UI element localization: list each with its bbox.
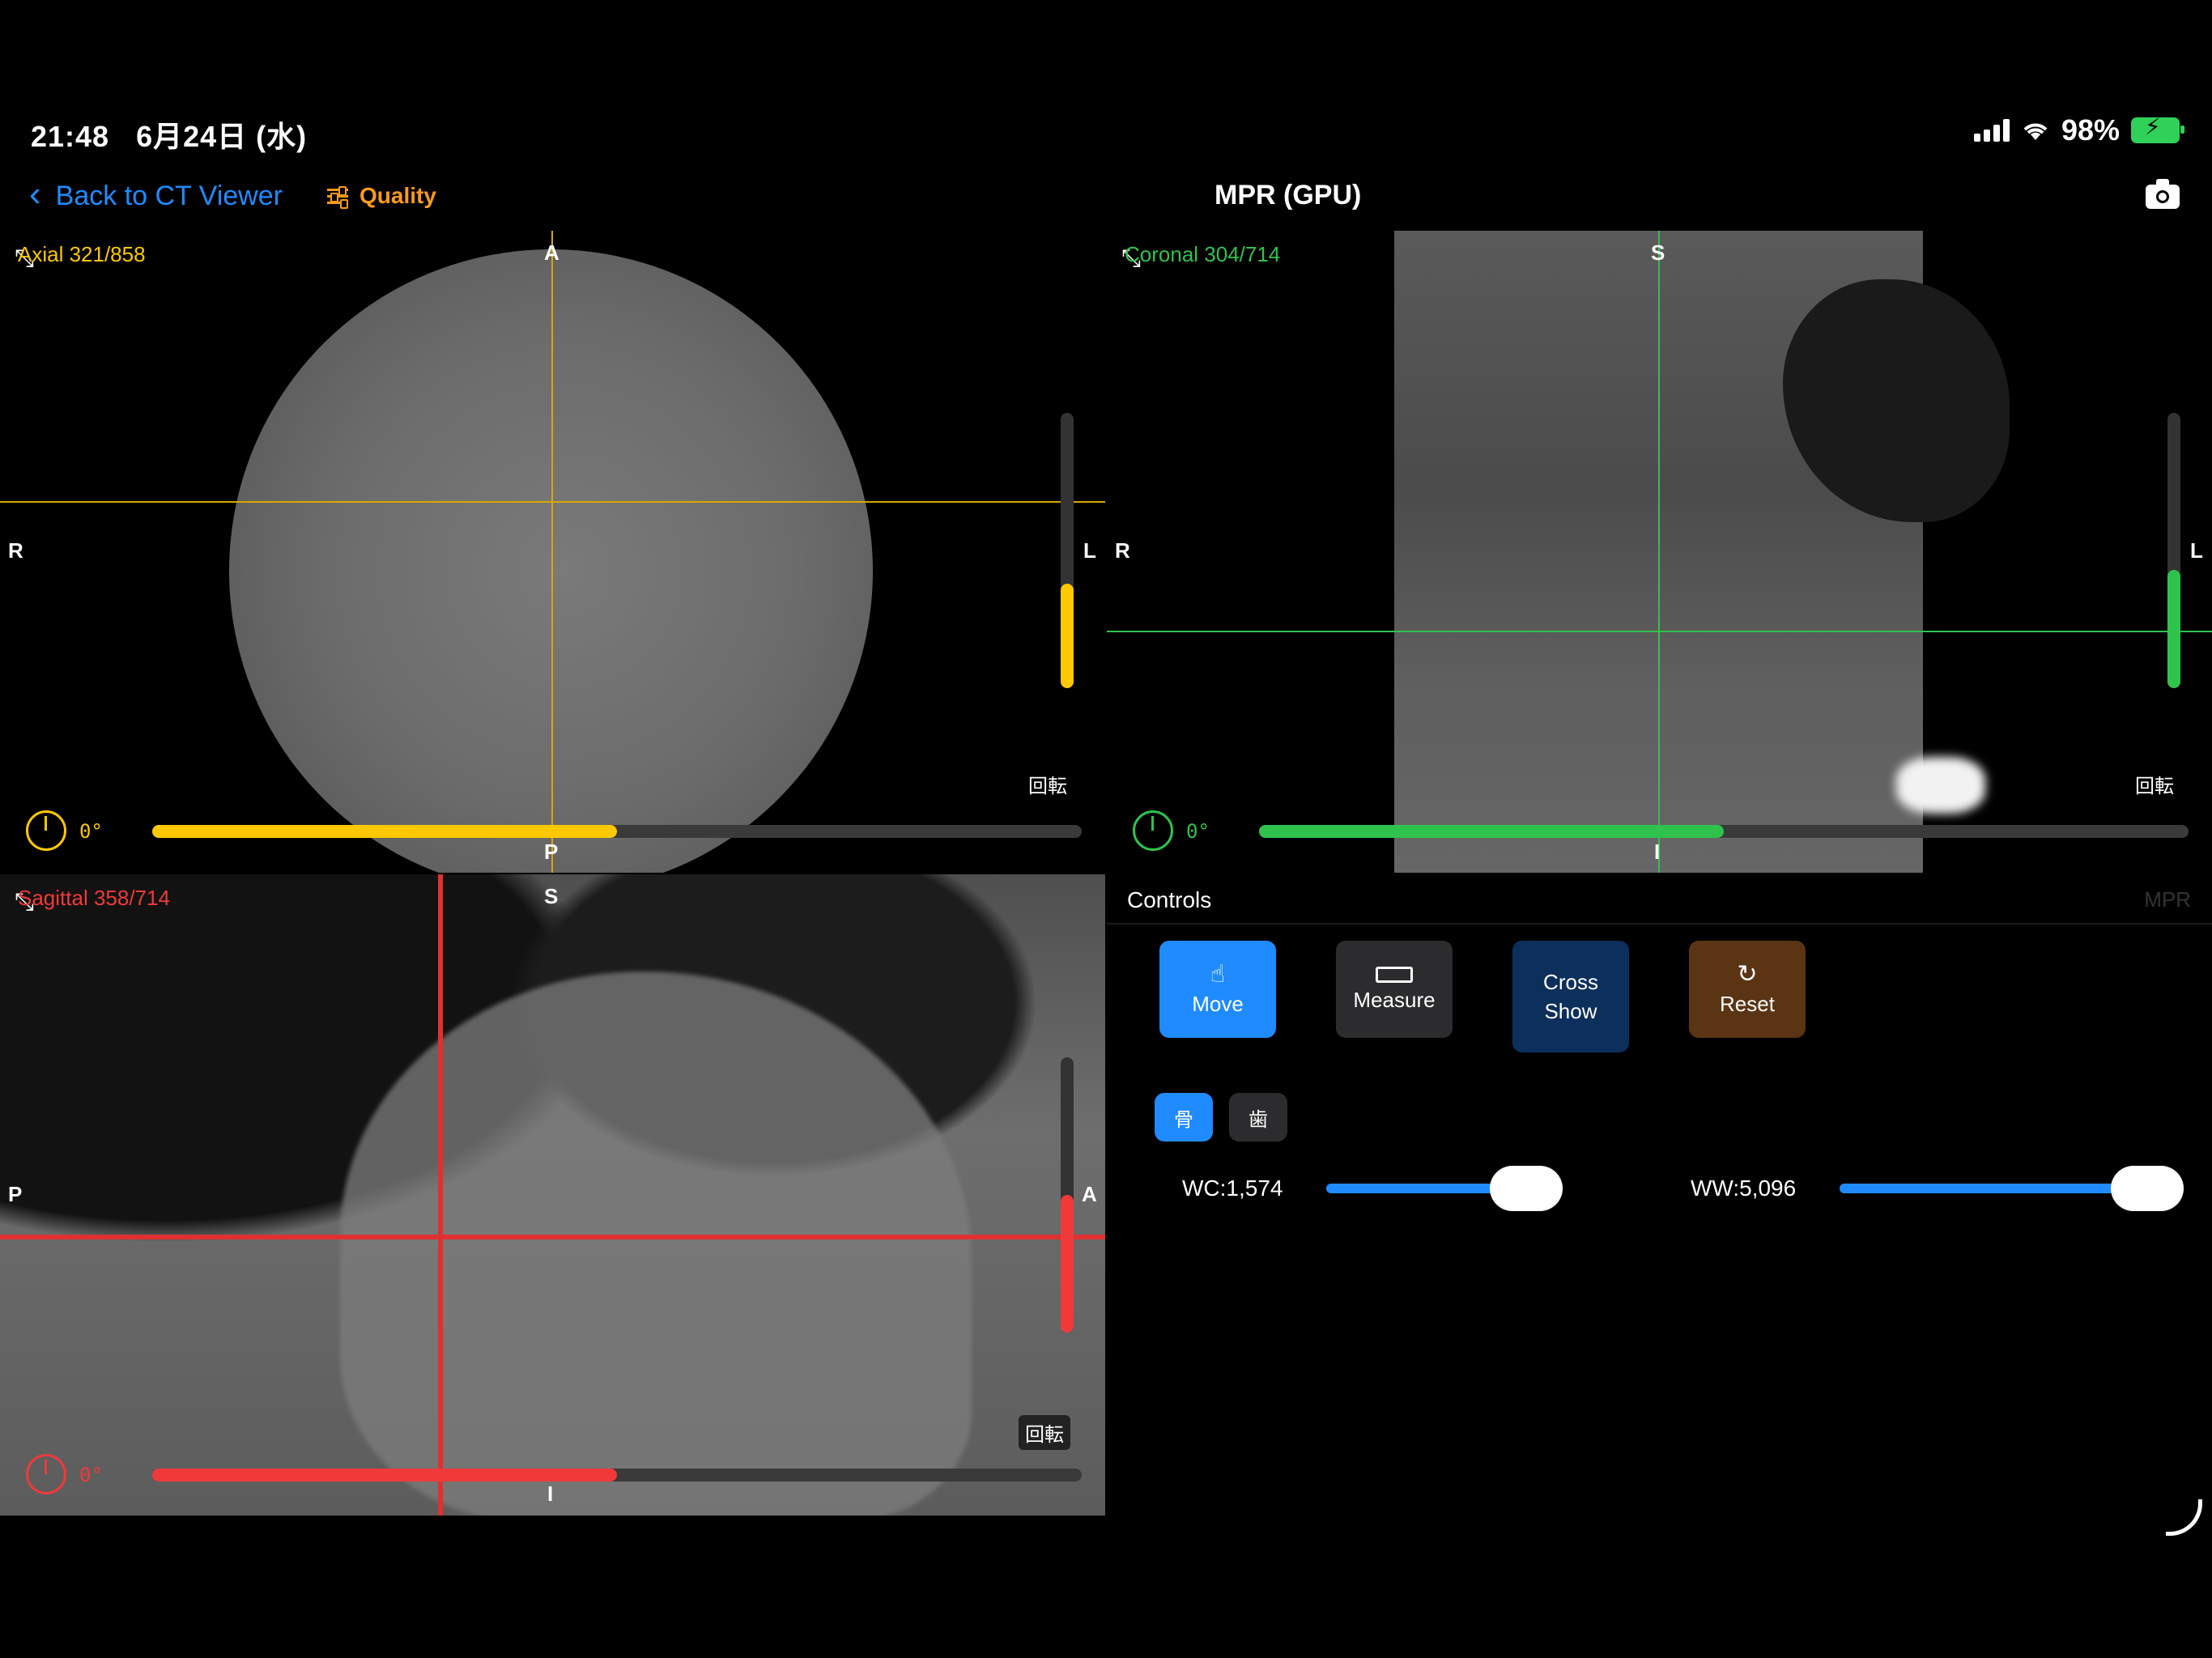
orient-bottom: I — [547, 1482, 554, 1506]
axial-rotation-fill — [152, 825, 617, 838]
axial-rotation-slider[interactable] — [152, 825, 1082, 838]
sagittal-slice-label: Sagittal 358/714 — [18, 886, 170, 910]
preset-teeth-button[interactable]: 歯 — [1229, 1093, 1287, 1141]
orient-right: A — [1082, 1182, 1097, 1206]
sagittal-rotation-fill — [152, 1469, 617, 1482]
reset-button-label: Reset — [1720, 991, 1775, 1016]
coronal-crosshair-vertical[interactable] — [1658, 231, 1660, 873]
coronal-level-slider[interactable] — [2167, 413, 2180, 688]
coronal-implant-region — [1896, 757, 1985, 814]
coronal-rotate-button[interactable]: 回転 — [2135, 770, 2174, 798]
battery-percent: 98% — [2061, 113, 2120, 147]
coronal-rotation-slider[interactable] — [1259, 825, 2189, 838]
preset-bone-button[interactable]: 骨 — [1155, 1093, 1213, 1141]
coronal-level-fill — [2167, 570, 2180, 688]
cross-show-button-label: Cross Show — [1543, 970, 1598, 1023]
status-date: 6月24日 (水) — [136, 120, 308, 153]
move-button-label: Move — [1192, 991, 1244, 1016]
orient-bottom: I — [1654, 840, 1661, 864]
orient-top: S — [1651, 240, 1665, 265]
wifi-icon — [2023, 123, 2048, 140]
cross-show-button[interactable]: Cross Show — [1512, 941, 1629, 1052]
ww-slider-knob[interactable] — [2111, 1166, 2184, 1211]
reset-button[interactable]: ↻ Reset — [1689, 941, 1806, 1038]
reset-icon: ↻ — [1737, 960, 1758, 988]
axial-slice-label: Axial 321/858 — [18, 242, 146, 266]
sagittal-level-slider[interactable] — [1061, 1057, 1074, 1333]
rotation-dial-icon[interactable] — [1133, 810, 1173, 851]
status-indicators: 98% ⚡ — [1973, 113, 2184, 147]
controls-title: Controls — [1127, 887, 1212, 912]
sagittal-crosshair-vertical[interactable] — [438, 874, 443, 1516]
controls-mode-label: MPR — [2144, 887, 2191, 912]
measure-button-label: Measure — [1353, 987, 1436, 1012]
camera-icon[interactable] — [2146, 179, 2180, 209]
orient-right: L — [2190, 538, 2203, 563]
resize-grip-icon — [2166, 1499, 2202, 1536]
page-title: MPR (GPU) — [1214, 180, 1362, 210]
orient-bottom: P — [544, 840, 559, 864]
sagittal-angle: 0° — [79, 1464, 103, 1486]
orient-top: S — [544, 884, 559, 908]
quality-button[interactable]: Quality — [327, 183, 436, 209]
coronal-rotation-fill — [1259, 825, 1724, 838]
ww-slider[interactable] — [1840, 1166, 2184, 1211]
hand-icon: ☝ — [1210, 960, 1226, 988]
orient-left: P — [8, 1182, 23, 1206]
back-button[interactable]: ‹ Back to CT Viewer — [29, 176, 283, 212]
cellular-signal-icon — [1973, 119, 2010, 142]
wc-label: WC:1,574 — [1182, 1175, 1283, 1201]
battery-charging-icon: ⚡ — [2131, 116, 2184, 143]
axial-crosshair-vertical[interactable] — [551, 231, 553, 873]
status-clock: 21:48 6月24日 (水) — [31, 113, 307, 155]
sagittal-level-fill — [1061, 1195, 1074, 1333]
sliders-icon — [327, 186, 348, 209]
axial-view[interactable]: ⤡ Axial 321/858 A P R L 回転 0° — [0, 231, 1105, 873]
sagittal-view[interactable]: ⤡ Sagittal 358/714 S I P A 回転 0° — [0, 874, 1105, 1516]
chevron-left-icon: ‹ — [29, 174, 41, 214]
ww-label: WW:5,096 — [1691, 1175, 1797, 1201]
orient-left: R — [1115, 538, 1130, 563]
rotation-dial-icon[interactable] — [26, 810, 66, 851]
orient-right: L — [1083, 538, 1096, 563]
coronal-angle: 0° — [1186, 820, 1210, 843]
axial-level-slider[interactable] — [1061, 413, 1074, 688]
sagittal-rotate-button[interactable]: 回転 — [1019, 1415, 1070, 1450]
controls-divider — [1107, 923, 2212, 925]
axial-rotate-button[interactable]: 回転 — [1028, 770, 1067, 798]
coronal-sinus-region — [1783, 279, 2010, 522]
ruler-icon — [1376, 966, 1413, 983]
orient-top: A — [544, 240, 559, 265]
axial-level-fill — [1061, 584, 1074, 688]
wc-slider[interactable] — [1326, 1166, 1563, 1211]
axial-angle: 0° — [79, 820, 103, 843]
move-button[interactable]: ☝ Move — [1159, 941, 1276, 1038]
back-button-label: Back to CT Viewer — [55, 180, 283, 211]
coronal-view[interactable]: ⤡ Coronal 304/714 S I R L 回転 0° — [1107, 231, 2212, 873]
quality-label: Quality — [359, 183, 436, 208]
sagittal-rotation-slider[interactable] — [152, 1469, 1082, 1482]
coronal-slice-label: Coronal 304/714 — [1125, 242, 1281, 266]
rotation-dial-icon[interactable] — [26, 1454, 66, 1494]
measure-button[interactable]: Measure — [1336, 941, 1453, 1038]
orient-left: R — [8, 538, 23, 563]
status-time: 21:48 — [31, 120, 110, 153]
sagittal-crosshair-horizontal[interactable] — [0, 1235, 1105, 1239]
wc-slider-knob[interactable] — [1490, 1166, 1563, 1211]
